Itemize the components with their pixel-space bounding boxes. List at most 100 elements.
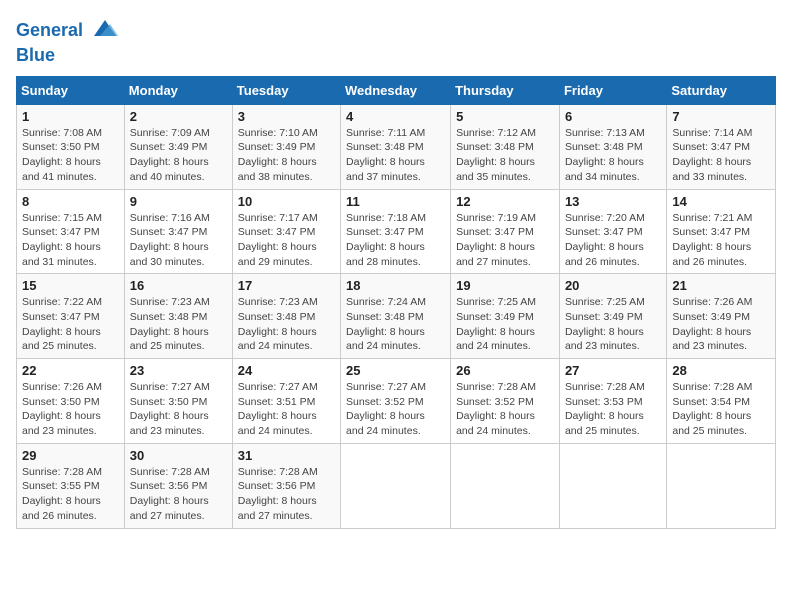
day-cell: 17Sunrise: 7:23 AMSunset: 3:48 PMDayligh… — [232, 274, 340, 359]
day-info: and 28 minutes. — [346, 255, 445, 270]
day-info: Sunset: 3:52 PM — [346, 395, 445, 410]
day-info: and 37 minutes. — [346, 170, 445, 185]
page-header: General Blue — [16, 16, 776, 66]
day-info: Sunrise: 7:11 AM — [346, 126, 445, 141]
day-info: and 25 minutes. — [565, 424, 661, 439]
day-info: Sunrise: 7:26 AM — [672, 295, 770, 310]
day-info: Sunrise: 7:25 AM — [456, 295, 554, 310]
day-info: and 34 minutes. — [565, 170, 661, 185]
day-number: 29 — [22, 448, 119, 463]
day-info: Sunrise: 7:25 AM — [565, 295, 661, 310]
day-info: Sunset: 3:52 PM — [456, 395, 554, 410]
day-info: Sunrise: 7:18 AM — [346, 211, 445, 226]
day-info: Sunset: 3:51 PM — [238, 395, 335, 410]
day-info: Daylight: 8 hours — [456, 325, 554, 340]
logo: General Blue — [16, 16, 120, 66]
day-info: Sunset: 3:50 PM — [22, 140, 119, 155]
day-info: Sunrise: 7:27 AM — [346, 380, 445, 395]
day-cell: 18Sunrise: 7:24 AMSunset: 3:48 PMDayligh… — [341, 274, 451, 359]
week-row-1: 1Sunrise: 7:08 AMSunset: 3:50 PMDaylight… — [17, 104, 776, 189]
day-cell: 12Sunrise: 7:19 AMSunset: 3:47 PMDayligh… — [451, 189, 560, 274]
day-cell: 8Sunrise: 7:15 AMSunset: 3:47 PMDaylight… — [17, 189, 125, 274]
header-row: SundayMondayTuesdayWednesdayThursdayFrid… — [17, 76, 776, 104]
day-info: Sunset: 3:47 PM — [672, 140, 770, 155]
day-info: and 26 minutes. — [672, 255, 770, 270]
day-cell: 31Sunrise: 7:28 AMSunset: 3:56 PMDayligh… — [232, 443, 340, 528]
day-info: Sunrise: 7:23 AM — [130, 295, 227, 310]
day-cell: 22Sunrise: 7:26 AMSunset: 3:50 PMDayligh… — [17, 359, 125, 444]
day-cell: 20Sunrise: 7:25 AMSunset: 3:49 PMDayligh… — [559, 274, 666, 359]
day-cell: 19Sunrise: 7:25 AMSunset: 3:49 PMDayligh… — [451, 274, 560, 359]
day-cell: 26Sunrise: 7:28 AMSunset: 3:52 PMDayligh… — [451, 359, 560, 444]
day-info: and 23 minutes. — [672, 339, 770, 354]
day-number: 28 — [672, 363, 770, 378]
day-info: and 23 minutes. — [22, 424, 119, 439]
day-number: 31 — [238, 448, 335, 463]
day-number: 3 — [238, 109, 335, 124]
week-row-2: 8Sunrise: 7:15 AMSunset: 3:47 PMDaylight… — [17, 189, 776, 274]
header-cell-wednesday: Wednesday — [341, 76, 451, 104]
day-info: Daylight: 8 hours — [456, 155, 554, 170]
day-info: Sunset: 3:49 PM — [130, 140, 227, 155]
day-cell: 28Sunrise: 7:28 AMSunset: 3:54 PMDayligh… — [667, 359, 776, 444]
day-info: and 25 minutes. — [130, 339, 227, 354]
day-info: and 23 minutes. — [130, 424, 227, 439]
day-info: and 24 minutes. — [346, 339, 445, 354]
day-number: 16 — [130, 278, 227, 293]
day-info: Sunset: 3:47 PM — [672, 225, 770, 240]
day-number: 2 — [130, 109, 227, 124]
day-info: Sunset: 3:48 PM — [565, 140, 661, 155]
day-number: 19 — [456, 278, 554, 293]
day-info: Daylight: 8 hours — [22, 325, 119, 340]
day-info: Sunrise: 7:27 AM — [238, 380, 335, 395]
day-info: Sunrise: 7:16 AM — [130, 211, 227, 226]
logo-text: General — [16, 16, 120, 46]
day-number: 9 — [130, 194, 227, 209]
day-cell: 10Sunrise: 7:17 AMSunset: 3:47 PMDayligh… — [232, 189, 340, 274]
day-number: 8 — [22, 194, 119, 209]
day-cell: 30Sunrise: 7:28 AMSunset: 3:56 PMDayligh… — [124, 443, 232, 528]
day-number: 5 — [456, 109, 554, 124]
day-number: 10 — [238, 194, 335, 209]
day-info: Sunrise: 7:28 AM — [22, 465, 119, 480]
day-info: Sunrise: 7:28 AM — [672, 380, 770, 395]
day-cell: 1Sunrise: 7:08 AMSunset: 3:50 PMDaylight… — [17, 104, 125, 189]
day-cell — [667, 443, 776, 528]
day-info: Daylight: 8 hours — [130, 325, 227, 340]
day-info: Sunset: 3:49 PM — [238, 140, 335, 155]
day-cell: 9Sunrise: 7:16 AMSunset: 3:47 PMDaylight… — [124, 189, 232, 274]
day-info: and 33 minutes. — [672, 170, 770, 185]
day-info: and 29 minutes. — [238, 255, 335, 270]
day-info: Daylight: 8 hours — [238, 240, 335, 255]
header-cell-thursday: Thursday — [451, 76, 560, 104]
day-info: Sunset: 3:50 PM — [22, 395, 119, 410]
day-info: Daylight: 8 hours — [22, 155, 119, 170]
day-info: Sunset: 3:47 PM — [238, 225, 335, 240]
day-info: Sunset: 3:47 PM — [456, 225, 554, 240]
day-number: 4 — [346, 109, 445, 124]
day-info: Sunrise: 7:21 AM — [672, 211, 770, 226]
day-info: and 41 minutes. — [22, 170, 119, 185]
day-cell — [451, 443, 560, 528]
day-info: Daylight: 8 hours — [238, 494, 335, 509]
day-info: Daylight: 8 hours — [346, 240, 445, 255]
day-cell: 6Sunrise: 7:13 AMSunset: 3:48 PMDaylight… — [559, 104, 666, 189]
day-info: Daylight: 8 hours — [22, 240, 119, 255]
day-info: Sunset: 3:47 PM — [565, 225, 661, 240]
day-info: and 24 minutes. — [456, 339, 554, 354]
day-info: Daylight: 8 hours — [238, 325, 335, 340]
day-info: Sunset: 3:48 PM — [346, 140, 445, 155]
day-info: and 26 minutes. — [565, 255, 661, 270]
day-info: Daylight: 8 hours — [565, 325, 661, 340]
day-number: 25 — [346, 363, 445, 378]
day-info: and 24 minutes. — [238, 339, 335, 354]
day-info: Sunrise: 7:09 AM — [130, 126, 227, 141]
day-info: Sunset: 3:49 PM — [565, 310, 661, 325]
day-number: 27 — [565, 363, 661, 378]
day-info: Sunrise: 7:24 AM — [346, 295, 445, 310]
day-info: Daylight: 8 hours — [672, 409, 770, 424]
header-cell-monday: Monday — [124, 76, 232, 104]
day-info: Sunrise: 7:28 AM — [565, 380, 661, 395]
day-cell: 5Sunrise: 7:12 AMSunset: 3:48 PMDaylight… — [451, 104, 560, 189]
day-cell: 2Sunrise: 7:09 AMSunset: 3:49 PMDaylight… — [124, 104, 232, 189]
